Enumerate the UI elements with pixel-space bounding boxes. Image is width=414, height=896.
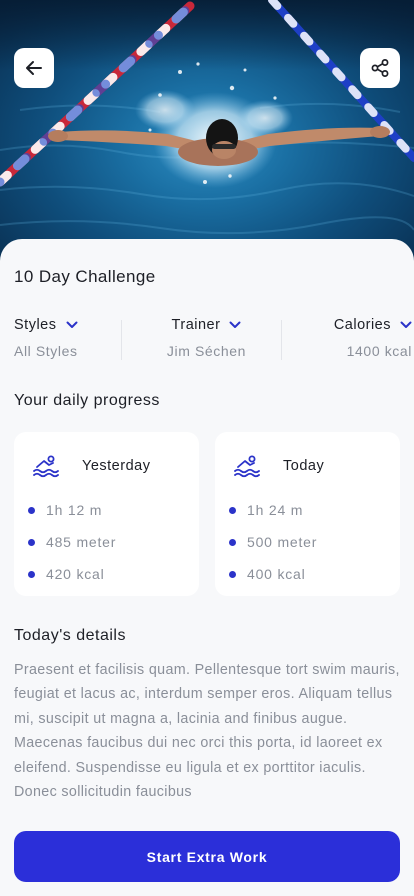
- bullet-dot: [229, 506, 236, 514]
- start-extra-work-button[interactable]: Start Extra Work: [14, 831, 400, 882]
- back-button[interactable]: [14, 48, 54, 88]
- filter-label: Styles: [14, 317, 57, 333]
- divider: [121, 320, 122, 360]
- divider: [281, 320, 282, 360]
- progress-card-today[interactable]: Today 1h 24 m 500 meter 400 kcal: [215, 432, 400, 596]
- filter-styles[interactable]: Styles All Styles: [14, 317, 78, 365]
- progress-card-yesterday[interactable]: Yesterday 1h 12 m 485 meter 420 kcal: [14, 432, 199, 596]
- chevron-down-icon: [229, 321, 241, 328]
- share-button[interactable]: [360, 48, 400, 88]
- details-text: Praesent et facilisis quam. Pellentesque…: [14, 662, 400, 801]
- stat-text: 420 kcal: [46, 566, 105, 582]
- bullet-dot: [229, 538, 236, 546]
- stat-text: 1h 24 m: [247, 502, 304, 518]
- filter-label: Calories: [333, 317, 391, 333]
- bullet-dot: [28, 538, 35, 546]
- stat-distance: 500 meter: [229, 534, 317, 550]
- hero-image: [0, 0, 414, 262]
- swimmer-icon: [33, 455, 59, 478]
- filter-trainer[interactable]: Trainer Jim Séchen: [156, 317, 257, 365]
- content-sheet: 10 Day Challenge Styles All Styles Train…: [0, 239, 414, 896]
- filter-calories[interactable]: Calories 1400 kcal: [312, 317, 412, 365]
- chevron-down-icon: [400, 321, 412, 328]
- share-icon: [371, 59, 389, 77]
- swimmer-icon: [234, 455, 260, 478]
- filter-row: Styles All Styles Trainer Jim Séchen Cal…: [0, 317, 414, 365]
- card-title: Yesterday: [82, 458, 151, 474]
- stat-duration: 1h 24 m: [229, 502, 303, 518]
- stat-text: 400 kcal: [247, 566, 306, 582]
- swimmer-photo: [0, 0, 414, 235]
- filter-value: 1400 kcal: [346, 343, 412, 359]
- card-title: Today: [283, 458, 325, 474]
- details-section-title: Today's details: [14, 627, 126, 644]
- progress-section-title: Your daily progress: [14, 392, 160, 409]
- challenge-title: 10 Day Challenge: [14, 267, 156, 286]
- bullet-dot: [28, 506, 35, 514]
- stat-text: 1h 12 m: [46, 502, 103, 518]
- filter-value: All Styles: [14, 343, 78, 359]
- stat-calories: 420 kcal: [28, 566, 105, 582]
- stat-calories: 400 kcal: [229, 566, 306, 582]
- filter-label: Trainer: [171, 317, 221, 333]
- stat-distance: 485 meter: [28, 534, 116, 550]
- bullet-dot: [229, 570, 236, 578]
- stat-text: 485 meter: [46, 534, 117, 550]
- stat-duration: 1h 12 m: [28, 502, 102, 518]
- arrow-left-icon: [26, 61, 42, 75]
- chevron-down-icon: [66, 321, 77, 328]
- bullet-dot: [28, 570, 35, 578]
- stat-text: 500 meter: [247, 534, 318, 550]
- filter-value: Jim Séchen: [166, 343, 247, 359]
